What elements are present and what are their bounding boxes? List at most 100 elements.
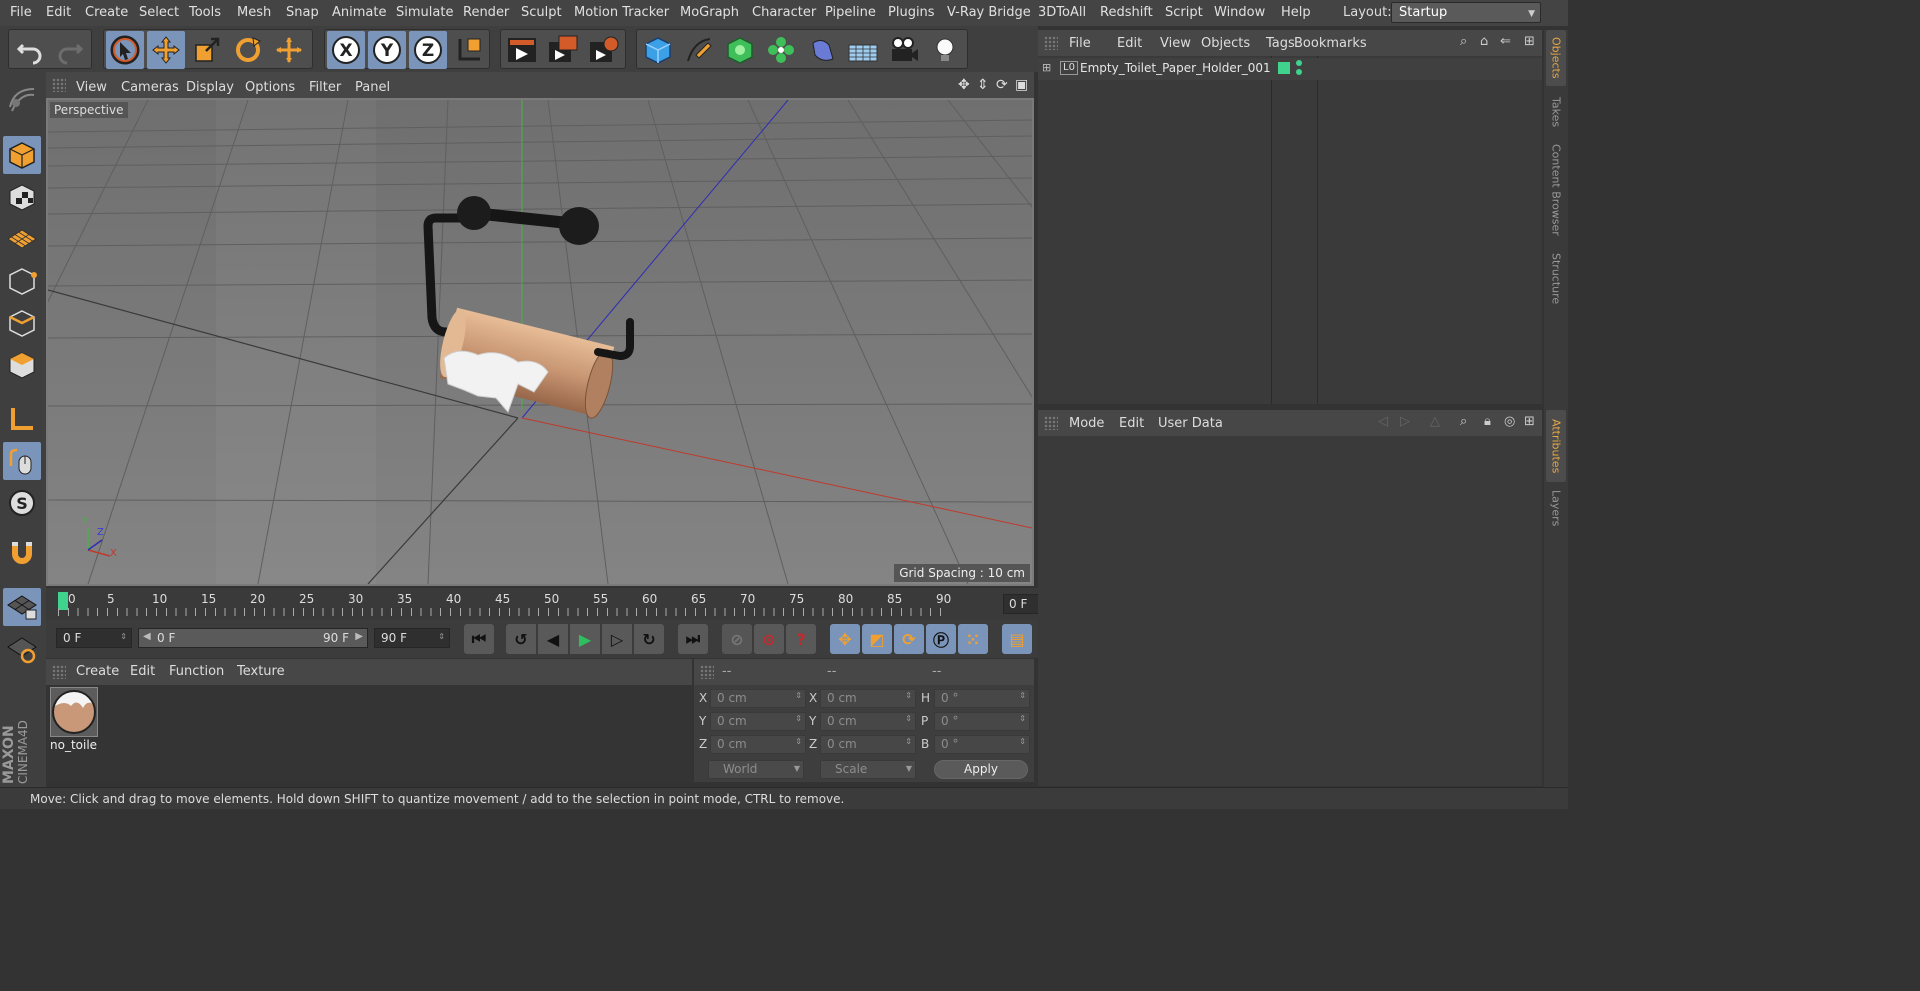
texture-mode-icon[interactable] — [3, 178, 41, 216]
coord-rot-p-field[interactable]: 0 ° ⇕ — [934, 712, 1030, 731]
object-row[interactable]: ⊞ L0 Empty_Toilet_Paper_Holder_001 — [1038, 58, 1542, 80]
object-menu-view[interactable]: View — [1160, 36, 1191, 51]
menu-plugins[interactable]: Plugins — [888, 5, 935, 20]
timeline-window-icon[interactable]: ▤ — [1002, 624, 1032, 654]
viewport-dolly-icon[interactable]: ⇕ — [977, 77, 989, 93]
play-forward-icon[interactable]: ▶ — [570, 624, 600, 654]
material-menu-function[interactable]: Function — [169, 664, 224, 679]
menu-script[interactable]: Script — [1165, 5, 1203, 20]
cube-icon[interactable] — [639, 31, 677, 69]
panel-grip-icon[interactable] — [700, 665, 714, 679]
planar-workplane-icon[interactable] — [3, 630, 41, 668]
menu-animate[interactable]: Animate — [332, 5, 386, 20]
frame-range-slider[interactable]: ◀ 0 F 90 F ▶ — [138, 628, 368, 648]
coord-size-z-field[interactable]: 0 cm ⇕ — [820, 735, 916, 754]
menu-window[interactable]: Window — [1214, 5, 1265, 20]
cloner-icon[interactable] — [762, 31, 800, 69]
record-active-icon[interactable]: ⊘ — [722, 624, 752, 654]
coord-scale-select[interactable]: Scale ▼ — [820, 760, 916, 779]
menu-snap[interactable]: Snap — [286, 5, 319, 20]
floor-icon[interactable] — [844, 31, 882, 69]
panel-grip-icon[interactable] — [1044, 416, 1058, 430]
tab-structure[interactable]: Structure — [1546, 246, 1566, 312]
expand-icon[interactable]: ⊞ — [1042, 61, 1051, 74]
key-parameter-icon[interactable]: Ⓟ — [926, 624, 956, 654]
range-left-arrow-icon[interactable]: ◀ — [143, 631, 151, 642]
rotate-icon[interactable] — [229, 31, 267, 69]
z-axis-lock-icon[interactable]: Z — [409, 31, 447, 69]
attr-menu-mode[interactable]: Mode — [1069, 416, 1104, 431]
key-position-icon[interactable]: ✥ — [830, 624, 860, 654]
menu-help[interactable]: Help — [1281, 5, 1311, 20]
tab-objects[interactable]: Objects — [1546, 30, 1566, 86]
viewport-menu-options[interactable]: Options — [245, 80, 295, 95]
material-manager-area[interactable]: no_toile — [46, 685, 692, 782]
timeline-ruler[interactable]: 0 5 10 15 20 25 30 35 40 45 50 55 60 65 … — [46, 588, 1079, 620]
x-axis-lock-icon[interactable]: X — [327, 31, 365, 69]
coordinate-system-icon[interactable] — [450, 31, 488, 69]
viewport-menu-view[interactable]: View — [76, 80, 107, 95]
menu-sculpt[interactable]: Sculpt — [521, 5, 562, 20]
camera-icon[interactable] — [885, 31, 923, 69]
menu-file[interactable]: File — [10, 5, 32, 20]
menu-render[interactable]: Render — [463, 5, 509, 20]
menu-redshift[interactable]: Redshift — [1100, 5, 1153, 20]
viewport-rotate-icon[interactable]: ⟳ — [996, 77, 1008, 93]
key-scale-icon[interactable]: ◩ — [862, 624, 892, 654]
viewport-menu-filter[interactable]: Filter — [309, 80, 341, 95]
menu-motion-tracker[interactable]: Motion Tracker — [574, 5, 669, 20]
viewport-menu-panel[interactable]: Panel — [355, 80, 390, 95]
end-frame-field[interactable]: 90 F ⇕ — [374, 628, 450, 648]
lock-icon[interactable]: 🔒︎ — [1484, 414, 1491, 429]
coord-rot-h-field[interactable]: 0 ° ⇕ — [934, 689, 1030, 708]
object-manager-list[interactable]: ⊞ L0 Empty_Toilet_Paper_Holder_001 — [1038, 56, 1542, 404]
material-menu-edit[interactable]: Edit — [130, 664, 155, 679]
coord-rot-b-field[interactable]: 0 ° ⇕ — [934, 735, 1030, 754]
home-icon[interactable]: ⌂ — [1480, 34, 1488, 49]
prev-keyframe-icon[interactable]: ↺ — [506, 624, 536, 654]
prev-frame-icon[interactable]: ◀ — [538, 624, 568, 654]
nav-forward-icon[interactable]: ▷ — [1400, 414, 1410, 429]
workplane-icon[interactable] — [3, 220, 41, 258]
points-mode-icon[interactable] — [3, 262, 41, 300]
editor-visibility-dot[interactable] — [1296, 60, 1302, 66]
material-name[interactable]: no_toile — [50, 738, 97, 752]
apply-button[interactable]: Apply — [934, 760, 1028, 779]
search-icon[interactable]: ⌕ — [1460, 414, 1467, 429]
polygons-mode-icon[interactable] — [3, 346, 41, 384]
menu-mesh[interactable]: Mesh — [237, 5, 271, 20]
object-menu-file[interactable]: File — [1069, 36, 1091, 51]
viewport-menu-cameras[interactable]: Cameras — [121, 80, 179, 95]
pen-spline-icon[interactable] — [680, 31, 718, 69]
start-frame-field[interactable]: 0 F ⇕ — [56, 628, 132, 648]
range-right-arrow-icon[interactable]: ▶ — [355, 631, 363, 642]
material-menu-texture[interactable]: Texture — [237, 664, 285, 679]
coord-mode-select[interactable]: World ▼ — [708, 760, 804, 779]
tab-attributes[interactable]: Attributes — [1546, 410, 1566, 482]
panel-grip-icon[interactable] — [1044, 36, 1058, 50]
menu-character[interactable]: Character — [752, 5, 816, 20]
render-picture-viewer-icon[interactable] — [544, 31, 582, 69]
new-panel-icon[interactable]: ⊞ — [1524, 34, 1535, 49]
layout-select[interactable]: Startup ▼ — [1391, 2, 1541, 23]
nav-back-icon[interactable]: ◁ — [1378, 414, 1388, 429]
autokey-icon[interactable]: ⊙ — [754, 624, 784, 654]
attr-menu-user-data[interactable]: User Data — [1158, 416, 1223, 431]
material-menu-create[interactable]: Create — [76, 664, 119, 679]
attr-menu-edit[interactable]: Edit — [1119, 416, 1144, 431]
move-icon[interactable] — [147, 31, 185, 69]
redo-icon[interactable] — [51, 31, 89, 69]
sculpt-mode-icon[interactable] — [3, 80, 41, 118]
undo-icon[interactable] — [11, 31, 49, 69]
viewport-pan-icon[interactable]: ✥ — [958, 77, 970, 93]
viewport-3d[interactable]: Y Z X Perspective Grid Spacing : 10 cm — [46, 98, 1034, 586]
menu-select[interactable]: Select — [139, 5, 179, 20]
coord-pos-x-field[interactable]: 0 cm ⇕ — [710, 689, 806, 708]
model-mode-icon[interactable] — [3, 136, 41, 174]
object-menu-objects[interactable]: Objects — [1201, 36, 1250, 51]
next-keyframe-icon[interactable]: ↻ — [634, 624, 664, 654]
menu-tools[interactable]: Tools — [189, 5, 221, 20]
panel-grip-icon[interactable] — [52, 665, 66, 679]
key-pla-icon[interactable]: ⁙ — [958, 624, 988, 654]
enable-axis-icon[interactable] — [3, 400, 41, 438]
